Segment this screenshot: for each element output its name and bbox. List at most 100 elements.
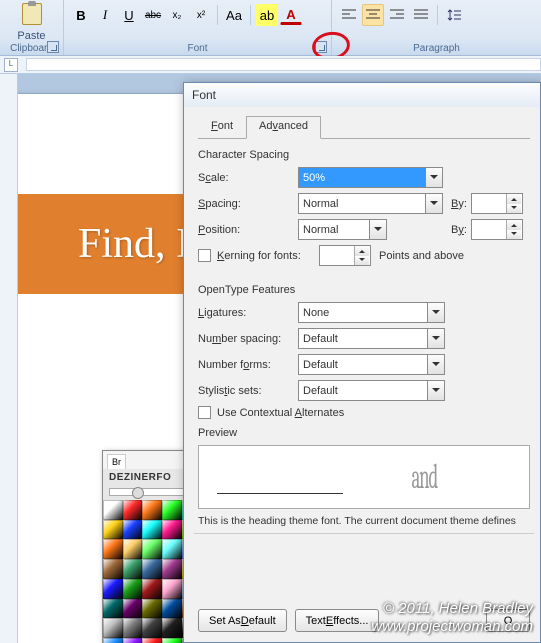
- ok-button[interactable]: O: [486, 609, 530, 632]
- contextual-alternates-checkbox[interactable]: [198, 406, 211, 419]
- swatch[interactable]: [162, 520, 182, 540]
- number-forms-combobox[interactable]: Default: [298, 354, 428, 375]
- ligatures-dropdown-button[interactable]: [428, 302, 445, 323]
- change-case-button[interactable]: Aa: [223, 4, 245, 26]
- swatch[interactable]: [123, 500, 143, 520]
- swatch[interactable]: [142, 500, 162, 520]
- swatch[interactable]: [162, 559, 182, 579]
- scale-dropdown-button[interactable]: [426, 167, 443, 188]
- line-spacing-button[interactable]: [443, 4, 465, 26]
- contextual-alternates-label: Use Contextual AlternatesUse Contextual …: [217, 407, 344, 419]
- swatch[interactable]: [123, 638, 143, 643]
- spacing-dropdown-button[interactable]: [426, 193, 443, 214]
- kerning-checkbox[interactable]: [198, 249, 211, 262]
- swatch[interactable]: [162, 539, 182, 559]
- swatch[interactable]: [123, 599, 143, 619]
- font-group-label: Font: [64, 43, 331, 54]
- swatch[interactable]: [142, 638, 162, 643]
- swatch[interactable]: [123, 539, 143, 559]
- tab-selector[interactable]: L: [4, 58, 18, 72]
- bold-button[interactable]: B: [70, 4, 92, 26]
- swatches-tab[interactable]: Br: [107, 454, 126, 469]
- preview-group: Preview and This is the heading theme fo…: [198, 427, 530, 527]
- clipboard-launcher[interactable]: [47, 41, 59, 53]
- align-justify-button[interactable]: [410, 4, 432, 26]
- swatch[interactable]: [103, 559, 123, 579]
- font-dialog-launcher[interactable]: [315, 41, 327, 53]
- position-by-spinner[interactable]: [471, 219, 523, 240]
- italic-button[interactable]: I: [94, 4, 116, 26]
- font-dialog: Font FFontont AdvancedAdvanced Character…: [183, 82, 541, 643]
- ribbon-group-paragraph: Paragraph: [332, 0, 541, 55]
- align-right-button[interactable]: [386, 4, 408, 26]
- ribbon: Paste Clipboard B I U abc x₂ x² Aa ab A …: [0, 0, 541, 56]
- font-color-button[interactable]: A: [280, 6, 302, 25]
- preview-underline: [217, 493, 343, 494]
- tab-font[interactable]: FFontont: [198, 116, 246, 139]
- highlight-button[interactable]: ab: [256, 4, 278, 26]
- number-forms-dropdown-button[interactable]: [428, 354, 445, 375]
- subscript-button[interactable]: x₂: [166, 4, 188, 26]
- swatch[interactable]: [103, 638, 123, 643]
- swatch[interactable]: [103, 500, 123, 520]
- position-dropdown-button[interactable]: [370, 219, 387, 240]
- opentype-group: OpenType Features Ligatures:Ligatures: N…: [198, 284, 530, 419]
- spacing-by-spinner[interactable]: [471, 193, 523, 214]
- kerning-suffix: Points and above: [371, 250, 464, 262]
- number-forms-label: Number forms:Number forms:: [198, 359, 298, 371]
- number-spacing-combobox[interactable]: Default: [298, 328, 428, 349]
- swatch[interactable]: [123, 579, 143, 599]
- stylistic-sets-label: Stylistic sets:Stylistic sets:: [198, 385, 298, 397]
- swatch[interactable]: [162, 579, 182, 599]
- spacing-label: Spacing:Spacing:: [198, 198, 298, 210]
- underline-button[interactable]: U: [118, 4, 140, 26]
- character-spacing-legend: Character Spacing: [198, 149, 530, 161]
- horizontal-ruler[interactable]: L: [0, 56, 541, 74]
- stylistic-sets-dropdown-button[interactable]: [428, 380, 445, 401]
- stylistic-sets-combobox[interactable]: Default: [298, 380, 428, 401]
- swatch[interactable]: [103, 618, 123, 638]
- set-as-default-button[interactable]: Set As DefaultSet As Default: [198, 609, 287, 632]
- align-left-button[interactable]: [338, 4, 360, 26]
- swatch[interactable]: [142, 520, 162, 540]
- tab-advanced[interactable]: AdvancedAdvanced: [246, 116, 321, 139]
- scale-combobox[interactable]: 50%: [298, 167, 426, 188]
- number-spacing-dropdown-button[interactable]: [428, 328, 445, 349]
- character-spacing-group: Character Spacing Scale:Scale: 50% Spaci…: [198, 149, 530, 266]
- number-spacing-label: Number spacing:Number spacing:: [198, 333, 298, 345]
- swatch[interactable]: [123, 618, 143, 638]
- vertical-ruler[interactable]: [0, 74, 18, 643]
- position-combobox[interactable]: Normal: [298, 219, 370, 240]
- ligatures-combobox[interactable]: None: [298, 302, 428, 323]
- swatch[interactable]: [142, 599, 162, 619]
- dialog-titlebar[interactable]: Font: [184, 83, 540, 107]
- position-by-label: By:: [443, 224, 471, 236]
- scale-label: Scale:Scale:: [198, 172, 298, 184]
- swatch[interactable]: [162, 638, 182, 643]
- dialog-tabs: FFontont AdvancedAdvanced: [198, 115, 530, 139]
- swatch[interactable]: [103, 539, 123, 559]
- swatch[interactable]: [162, 599, 182, 619]
- align-center-button[interactable]: [362, 4, 384, 26]
- swatch[interactable]: [142, 618, 162, 638]
- swatch[interactable]: [142, 559, 162, 579]
- swatch[interactable]: [103, 520, 123, 540]
- spacing-by-label: By:By:: [443, 198, 471, 210]
- paste-button[interactable]: [6, 2, 58, 26]
- preview-sample-text: and: [411, 457, 437, 497]
- ligatures-label: Ligatures:Ligatures:: [198, 307, 298, 319]
- swatch[interactable]: [142, 579, 162, 599]
- swatch[interactable]: [142, 539, 162, 559]
- swatch[interactable]: [103, 579, 123, 599]
- swatch[interactable]: [123, 520, 143, 540]
- swatch[interactable]: [123, 559, 143, 579]
- opentype-legend: OpenType Features: [198, 284, 530, 296]
- text-effects-button[interactable]: Text Effects...Text Effects...: [295, 609, 380, 632]
- kerning-spinner[interactable]: [319, 245, 371, 266]
- spacing-combobox[interactable]: Normal: [298, 193, 426, 214]
- strikethrough-button[interactable]: abc: [142, 4, 164, 26]
- swatch[interactable]: [162, 618, 182, 638]
- swatch[interactable]: [103, 599, 123, 619]
- swatch[interactable]: [162, 500, 182, 520]
- superscript-button[interactable]: x²: [190, 4, 212, 26]
